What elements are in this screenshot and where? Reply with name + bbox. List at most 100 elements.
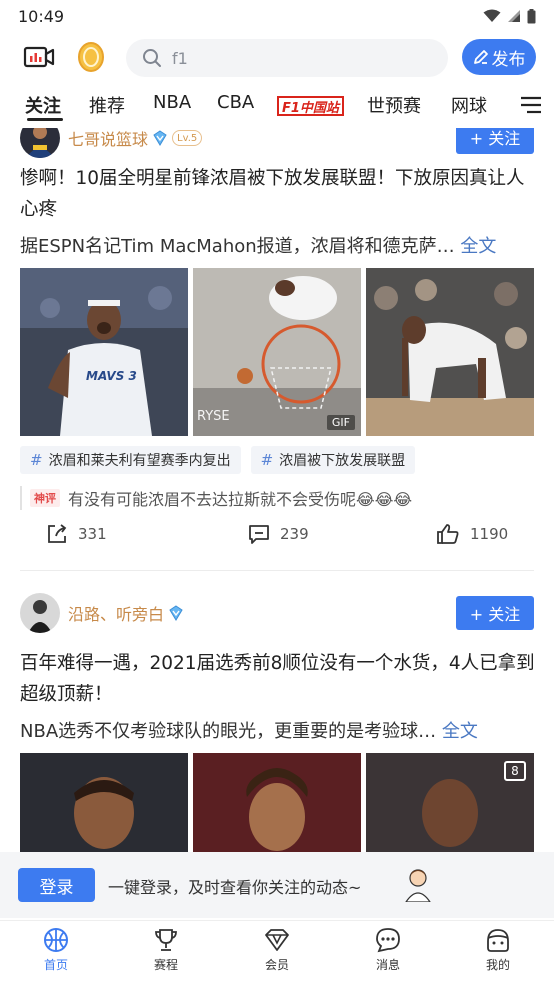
hot-comment-text: 有没有可能浓眉不去达拉斯就不会受伤呢😂😂😂 <box>68 490 413 509</box>
post-divider <box>20 570 534 571</box>
tab-world-qualifiers[interactable]: 世预赛 <box>367 92 421 118</box>
trophy-icon <box>155 929 177 951</box>
search-bar[interactable]: f1 <box>126 39 448 77</box>
login-prompt: 一键登录，及时查看你关注的动态~ <box>108 878 362 897</box>
publish-button[interactable]: 发布 <box>462 39 536 75</box>
profile-icon <box>487 929 509 952</box>
post-image[interactable] <box>366 268 534 436</box>
basketball-icon <box>44 928 68 952</box>
pen-icon <box>473 50 488 64</box>
message-icon <box>376 928 400 953</box>
tab-tennis[interactable]: 网球 <box>451 92 487 118</box>
post-summary-text: 据ESPN名记Tim MacMahon报道，浓眉将和德克萨… <box>20 236 455 257</box>
publish-label: 发布 <box>491 49 526 70</box>
post-image[interactable]: MAVS 3 <box>20 268 188 436</box>
topic-tag[interactable]: # 浓眉被下放发展联盟 <box>250 446 416 474</box>
gif-badge: GIF <box>326 415 355 430</box>
author-row: 七哥说篮球 Lv.5 <box>20 128 203 158</box>
nav-profile[interactable]: 我的 <box>458 927 538 973</box>
tab-f1-china[interactable]: F1中国站 <box>277 96 344 116</box>
topic-label: 浓眉被下放发展联盟 <box>279 453 406 469</box>
tab-active-indicator <box>27 118 63 121</box>
live-video-icon[interactable] <box>22 43 56 73</box>
post-title[interactable]: 百年难得一遇，2021届选秀前8顺位没有一个水货，4人已拿到超级顶薪！ <box>20 648 536 710</box>
comment-count: 239 <box>280 525 309 543</box>
post-image[interactable] <box>193 753 361 852</box>
author-row: 沿路、听旁白 <box>20 593 184 633</box>
feed: 七哥说篮球 Lv.5 + 关注 惨啊！10届全明星前锋浓眉被下放发展联盟！下放原… <box>0 128 554 852</box>
share-count: 331 <box>78 525 107 543</box>
like-button[interactable]: 1190 <box>436 523 508 545</box>
tab-recommended[interactable]: 推荐 <box>89 92 125 118</box>
author-name[interactable]: 七哥说篮球 <box>68 128 148 150</box>
topic-row: # 浓眉和莱夫利有望赛季内复出 # 浓眉被下放发展联盟 <box>20 446 416 474</box>
read-more-link[interactable]: 全文 <box>460 236 496 257</box>
bottom-nav: 首页 赛程 会员 消息 我的 <box>0 920 554 984</box>
nav-label: 赛程 <box>153 958 178 972</box>
thumbs-up-icon <box>437 524 459 544</box>
nav-label: 我的 <box>485 958 510 972</box>
post-title[interactable]: 惨啊！10届全明星前锋浓眉被下放发展联盟！下放原因真让人心疼 <box>20 163 536 225</box>
post-images: MAVS 3 RYSE GIF <box>20 268 534 436</box>
verified-badge-icon <box>169 605 183 621</box>
top-bar: f1 发布 <box>0 34 554 82</box>
comment-button[interactable]: 239 <box>248 523 309 545</box>
jersey-text: MAVS 3 <box>86 369 137 383</box>
follow-button[interactable]: + 关注 <box>456 128 534 154</box>
topic-tag[interactable]: # 浓眉和莱夫利有望赛季内复出 <box>20 446 241 474</box>
coin-icon[interactable] <box>76 40 106 74</box>
nav-label: 消息 <box>375 958 400 972</box>
hashtag-icon: # <box>260 451 274 469</box>
search-placeholder: f1 <box>172 48 188 68</box>
svg-text:RYSE: RYSE <box>197 409 230 424</box>
post-image-gif[interactable]: RYSE GIF <box>193 268 361 436</box>
share-button[interactable]: 331 <box>46 523 107 545</box>
tab-following[interactable]: 关注 <box>25 92 61 118</box>
level-badge: Lv.5 <box>172 130 203 146</box>
menu-icon[interactable] <box>519 94 543 116</box>
post-card[interactable]: 七哥说篮球 Lv.5 + 关注 惨啊！10届全明星前锋浓眉被下放发展联盟！下放原… <box>0 128 554 573</box>
hot-comment[interactable]: 神评 有没有可能浓眉不去达拉斯就不会受伤呢😂😂😂 <box>20 486 412 510</box>
comment-icon <box>249 525 269 544</box>
search-icon <box>143 49 161 67</box>
tab-nba[interactable]: NBA <box>153 92 191 113</box>
nav-schedule[interactable]: 赛程 <box>126 927 206 973</box>
tab-cba[interactable]: CBA <box>217 92 254 113</box>
post-actions: 331 239 1190 <box>0 523 554 553</box>
verified-badge-icon <box>153 130 167 146</box>
post-images: 8 <box>20 753 534 852</box>
avatar[interactable] <box>20 593 60 633</box>
post-summary-text: NBA选秀不仅考验球队的眼光，更重要的是考验球… <box>20 721 437 742</box>
nav-label: 首页 <box>43 958 68 972</box>
post-summary[interactable]: 据ESPN名记Tim MacMahon报道，浓眉将和德克萨… 全文 <box>20 234 536 260</box>
image-count-badge: 8 <box>504 761 526 781</box>
signal-icon <box>508 10 520 22</box>
post-card[interactable]: 沿路、听旁白 + 关注 百年难得一遇，2021届选秀前8顺位没有一个水货，4人已… <box>0 591 554 852</box>
avatar[interactable] <box>20 128 60 158</box>
post-image[interactable] <box>20 753 188 852</box>
like-count: 1190 <box>470 525 509 543</box>
diamond-icon <box>265 929 289 951</box>
follow-button[interactable]: + 关注 <box>456 596 534 630</box>
read-more-link[interactable]: 全文 <box>442 721 478 742</box>
nav-messages[interactable]: 消息 <box>348 927 428 973</box>
hashtag-icon: # <box>30 451 43 469</box>
post-summary[interactable]: NBA选秀不仅考验球队的眼光，更重要的是考验球… 全文 <box>20 719 536 745</box>
share-icon <box>48 524 67 543</box>
post-image[interactable]: 8 <box>366 753 534 852</box>
login-button[interactable]: 登录 <box>18 868 95 902</box>
nav-home[interactable]: 首页 <box>16 927 96 973</box>
mascot-icon <box>404 866 432 906</box>
battery-icon <box>527 8 536 23</box>
login-banner: 登录 一键登录，及时查看你关注的动态~ <box>0 852 554 918</box>
author-name[interactable]: 沿路、听旁白 <box>68 601 164 625</box>
status-time: 10:49 <box>18 6 65 26</box>
nav-membership[interactable]: 会员 <box>237 927 317 973</box>
wifi-icon <box>483 9 501 22</box>
status-icons <box>483 8 536 24</box>
status-bar: 10:49 <box>0 0 554 32</box>
hot-comment-badge: 神评 <box>30 489 60 507</box>
nav-label: 会员 <box>264 958 289 972</box>
topic-label: 浓眉和莱夫利有望赛季内复出 <box>48 453 231 469</box>
category-tabs: 关注 推荐 NBA CBA F1中国站 世预赛 网球 <box>0 84 554 128</box>
